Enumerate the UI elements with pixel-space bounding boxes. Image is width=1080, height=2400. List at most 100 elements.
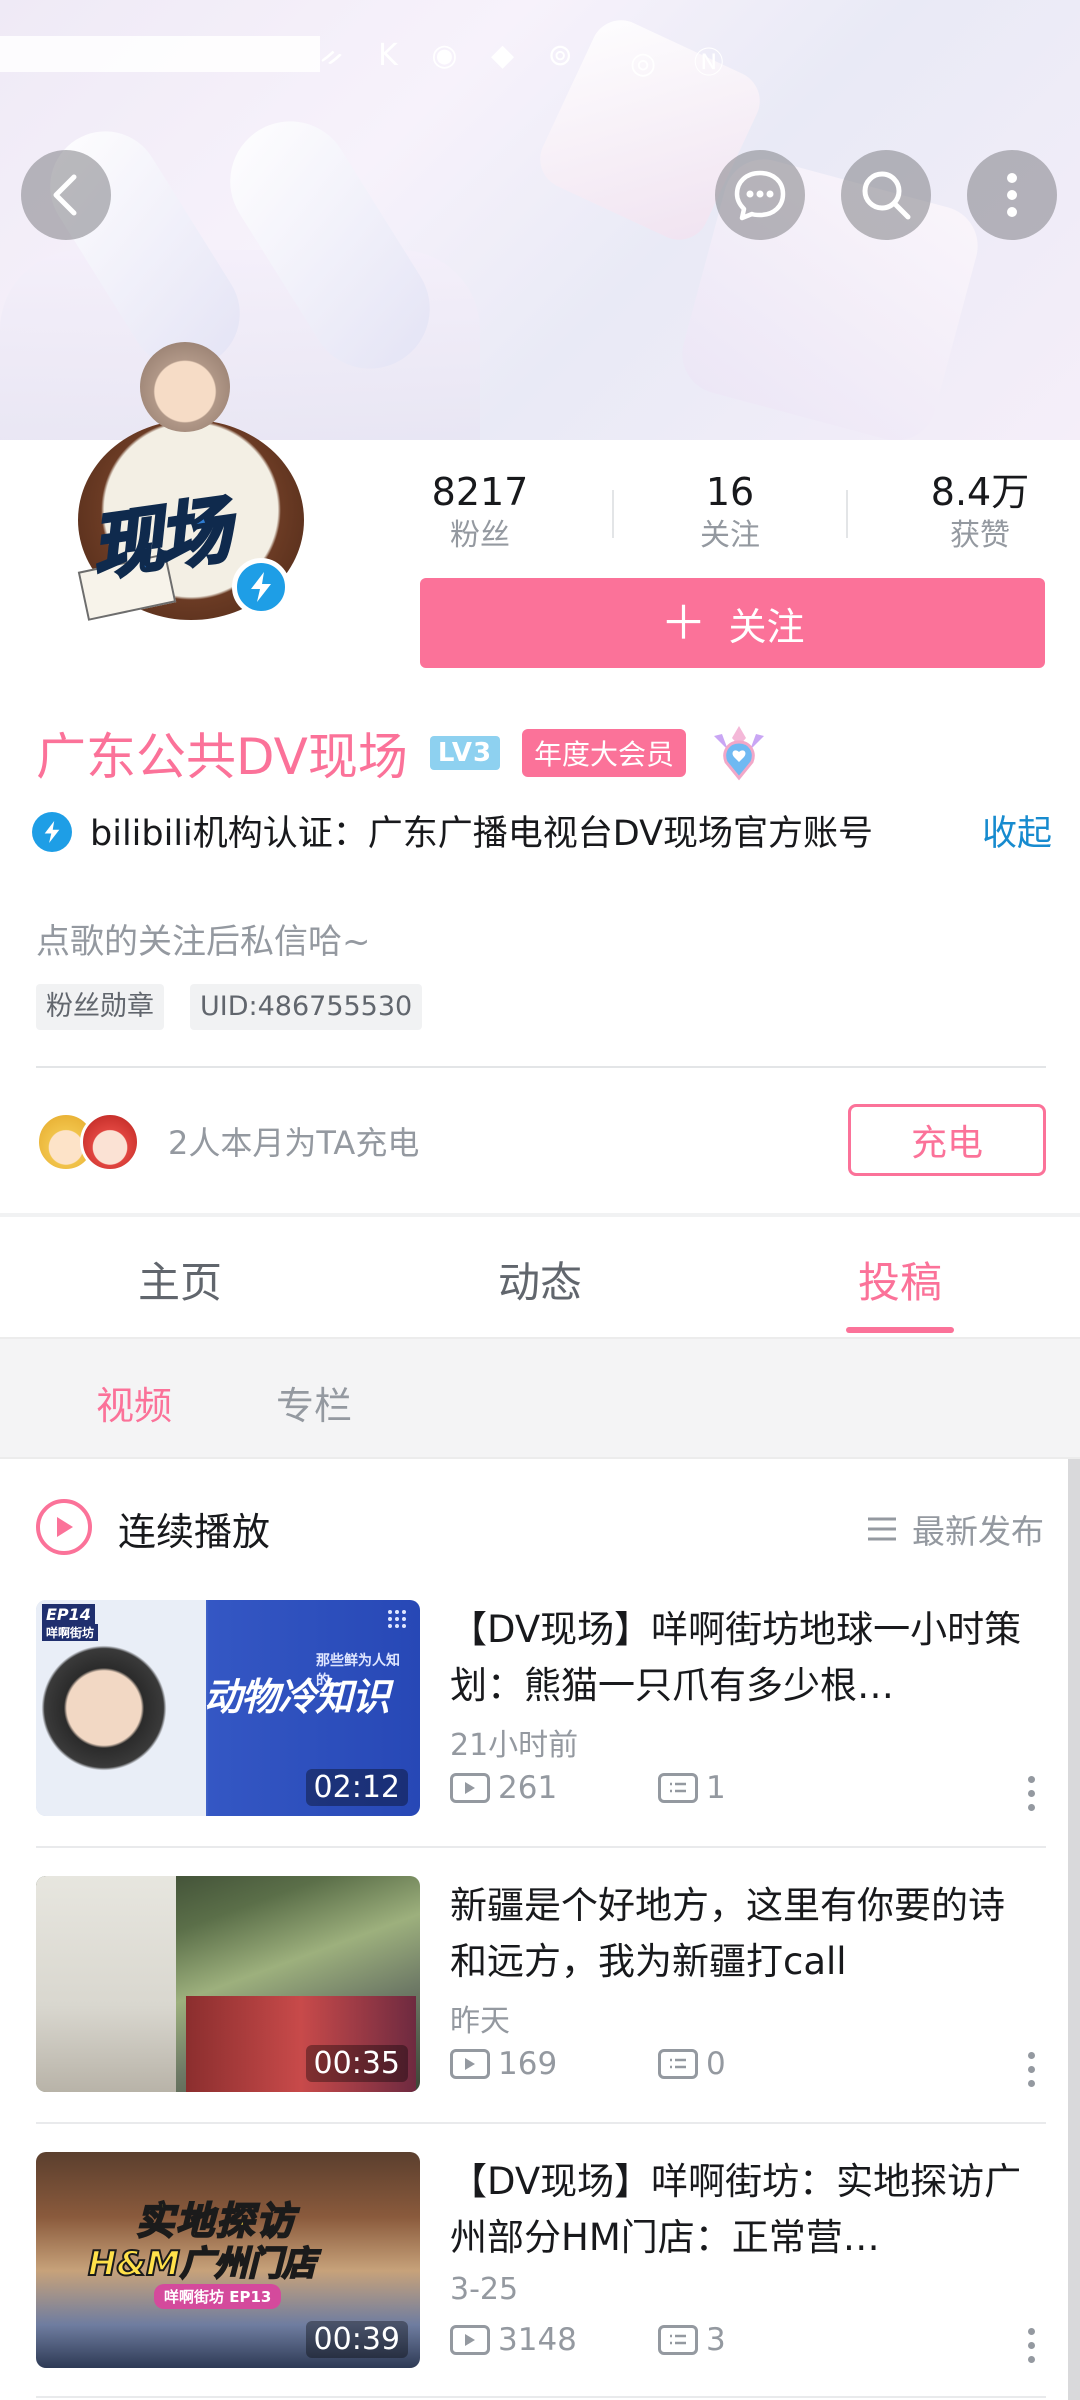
video-stats: 169 0 xyxy=(450,2046,726,2082)
list-icon xyxy=(868,1517,896,1541)
video-more-icon[interactable] xyxy=(1028,1776,1036,1816)
video-item[interactable]: 实地探访 H&M广州门店 咩啊街坊 EP13 00:39 【DV现场】咩啊街坊：… xyxy=(36,2152,1046,2370)
verified-badge-icon xyxy=(232,558,290,616)
play-count: 3148 xyxy=(498,2322,577,2358)
play-all-button[interactable]: 连续播放 xyxy=(118,1501,270,1556)
more-button[interactable] xyxy=(967,150,1057,240)
comment-count-icon xyxy=(658,1773,698,1803)
play-count: 169 xyxy=(498,2046,558,2082)
plus-icon: ＋ xyxy=(660,596,707,650)
stat-value: 16 xyxy=(705,470,755,514)
message-button[interactable] xyxy=(715,150,805,240)
status-right-icons: ◎ Ⓝ xyxy=(630,46,738,81)
video-item[interactable]: EP14 咩啊街坊 那些鲜为人知的… 动物冷知识 02:12 【DV现场】咩啊街… xyxy=(36,1600,1046,1818)
stat-following[interactable]: 16 关注 xyxy=(620,468,840,556)
comment-count: 1 xyxy=(706,1770,726,1806)
certification-text: bilibili机构认证：广东广播电视台DV现场官方账号 xyxy=(90,814,874,854)
comment-count-icon xyxy=(658,2325,698,2355)
drag-handle-icon xyxy=(386,1608,408,1630)
video-stats: 261 1 xyxy=(450,1770,726,1806)
uid-tag[interactable]: UID:486755530 xyxy=(190,984,423,1030)
subtab-column[interactable]: 专栏 xyxy=(276,1375,352,1430)
play-count-icon xyxy=(450,1773,490,1803)
thumbnail-episode: EP14 xyxy=(42,1604,95,1625)
video-more-icon[interactable] xyxy=(1028,2328,1036,2368)
stat-label: 粉丝 xyxy=(450,518,510,553)
tab-home[interactable]: 主页 xyxy=(80,1249,280,1310)
avatar[interactable]: 现场 xyxy=(62,330,322,630)
video-duration: 00:39 xyxy=(305,2321,408,2358)
stat-likes[interactable]: 8.4万 获赞 xyxy=(870,468,1080,556)
follow-button[interactable]: ＋ 关注 xyxy=(420,578,1045,668)
collapse-link[interactable]: 收起 xyxy=(982,808,1052,860)
divider xyxy=(36,1846,1046,1848)
tab-dynamic[interactable]: 动态 xyxy=(440,1249,640,1310)
video-title[interactable]: 【DV现场】咩啊街坊：实地探访广州部分HM门店：正常营… xyxy=(450,2154,1040,2266)
video-date: 21小时前 xyxy=(450,1728,579,1763)
status-icons: ᨀ K ◉ ◆ ⊚ xyxy=(320,38,585,73)
fan-medal-tag[interactable]: 粉丝勋章 xyxy=(36,984,164,1030)
name-row: 广东公共DV现场 LV3 年度大会员 xyxy=(36,718,770,788)
video-duration: 02:12 xyxy=(305,1769,408,1806)
back-button[interactable] xyxy=(21,150,111,240)
stat-label: 获赞 xyxy=(950,518,1010,553)
medal-icon[interactable] xyxy=(708,722,770,784)
profile-tabs: 主页 动态 投稿 xyxy=(0,1217,1080,1337)
chat-bubble-icon xyxy=(734,170,786,221)
video-item[interactable]: 00:35 新疆是个好地方，这里有你要的诗和远方，我为新疆打call 昨天 16… xyxy=(36,1876,1046,2094)
thumbnail-series: 咩啊街坊 EP13 xyxy=(154,2284,282,2309)
tab-uploads[interactable]: 投稿 xyxy=(800,1249,1000,1310)
play-count-icon xyxy=(450,2325,490,2355)
thumbnail-person xyxy=(36,1876,176,2092)
active-tab-indicator xyxy=(846,1327,954,1333)
upload-subtabs: 视频 专栏 xyxy=(0,1337,1080,1459)
comment-count-icon xyxy=(658,2049,698,2079)
back-arrow-icon xyxy=(53,174,77,216)
stat-value: 8217 xyxy=(431,470,529,514)
divider xyxy=(36,2396,1046,2398)
avatar-character xyxy=(140,342,230,432)
user-signature: 点歌的关注后私信哈~ xyxy=(36,922,371,962)
video-list-header: 连续播放 最新发布 xyxy=(0,1459,1080,1599)
video-thumbnail[interactable]: EP14 咩啊街坊 那些鲜为人知的… 动物冷知识 02:12 xyxy=(36,1600,420,1816)
thumbnail-series: 咩啊街坊 xyxy=(42,1624,99,1641)
video-date: 3-25 xyxy=(450,2272,519,2307)
play-count: 261 xyxy=(498,1770,558,1806)
subtab-video[interactable]: 视频 xyxy=(96,1375,172,1430)
search-button[interactable] xyxy=(841,150,931,240)
scrollbar[interactable] xyxy=(1068,1459,1080,2400)
status-bar: ᨀ K ◉ ◆ ⊚ ◎ Ⓝ xyxy=(0,30,1080,81)
stat-fans[interactable]: 8217 粉丝 xyxy=(370,468,590,556)
charge-button[interactable]: 充电 xyxy=(848,1104,1046,1176)
play-all-icon[interactable] xyxy=(36,1499,92,1555)
certification-icon xyxy=(32,812,72,852)
stat-divider xyxy=(612,490,614,538)
avatar-logo: 现场 xyxy=(84,486,233,591)
profile-tags: 粉丝勋章 UID:486755530 xyxy=(36,984,423,1030)
video-thumbnail[interactable]: 实地探访 H&M广州门店 咩啊街坊 EP13 00:39 xyxy=(36,2152,420,2368)
search-icon xyxy=(862,171,911,220)
sort-label: 最新发布 xyxy=(912,1512,1044,1551)
charge-text[interactable]: 2人本月为TA充电 xyxy=(168,1118,419,1164)
video-date: 昨天 xyxy=(450,2004,510,2039)
thumbnail-title: 动物冷知识 xyxy=(204,1675,390,1719)
video-duration: 00:35 xyxy=(305,2045,408,2082)
charge-row: 2人本月为TA充电 充电 xyxy=(36,1100,1046,1180)
play-count-icon xyxy=(450,2049,490,2079)
follow-label: 关注 xyxy=(728,604,805,649)
stat-label: 关注 xyxy=(700,518,760,553)
video-stats: 3148 3 xyxy=(450,2322,726,2358)
video-more-icon[interactable] xyxy=(1028,2052,1036,2092)
profile-stats: 8217 粉丝 16 关注 8.4万 获赞 xyxy=(370,468,1050,558)
level-badge: LV3 xyxy=(429,736,501,770)
sort-selector[interactable]: 最新发布 xyxy=(866,1505,1044,1553)
vip-badge[interactable]: 年度大会员 xyxy=(522,729,687,777)
video-title[interactable]: 【DV现场】咩啊街坊地球一小时策划：熊猫一只爪有多少根… xyxy=(450,1602,1040,1714)
video-thumbnail[interactable]: 00:35 xyxy=(36,1876,420,2092)
video-title[interactable]: 新疆是个好地方，这里有你要的诗和远方，我为新疆打call xyxy=(450,1878,1040,1990)
user-name: 广东公共DV现场 xyxy=(36,728,408,786)
more-vertical-icon xyxy=(1007,173,1017,217)
charger-avatar[interactable] xyxy=(80,1112,140,1172)
stat-value: 8.4万 xyxy=(930,470,1030,514)
comment-count: 0 xyxy=(706,2046,726,2082)
